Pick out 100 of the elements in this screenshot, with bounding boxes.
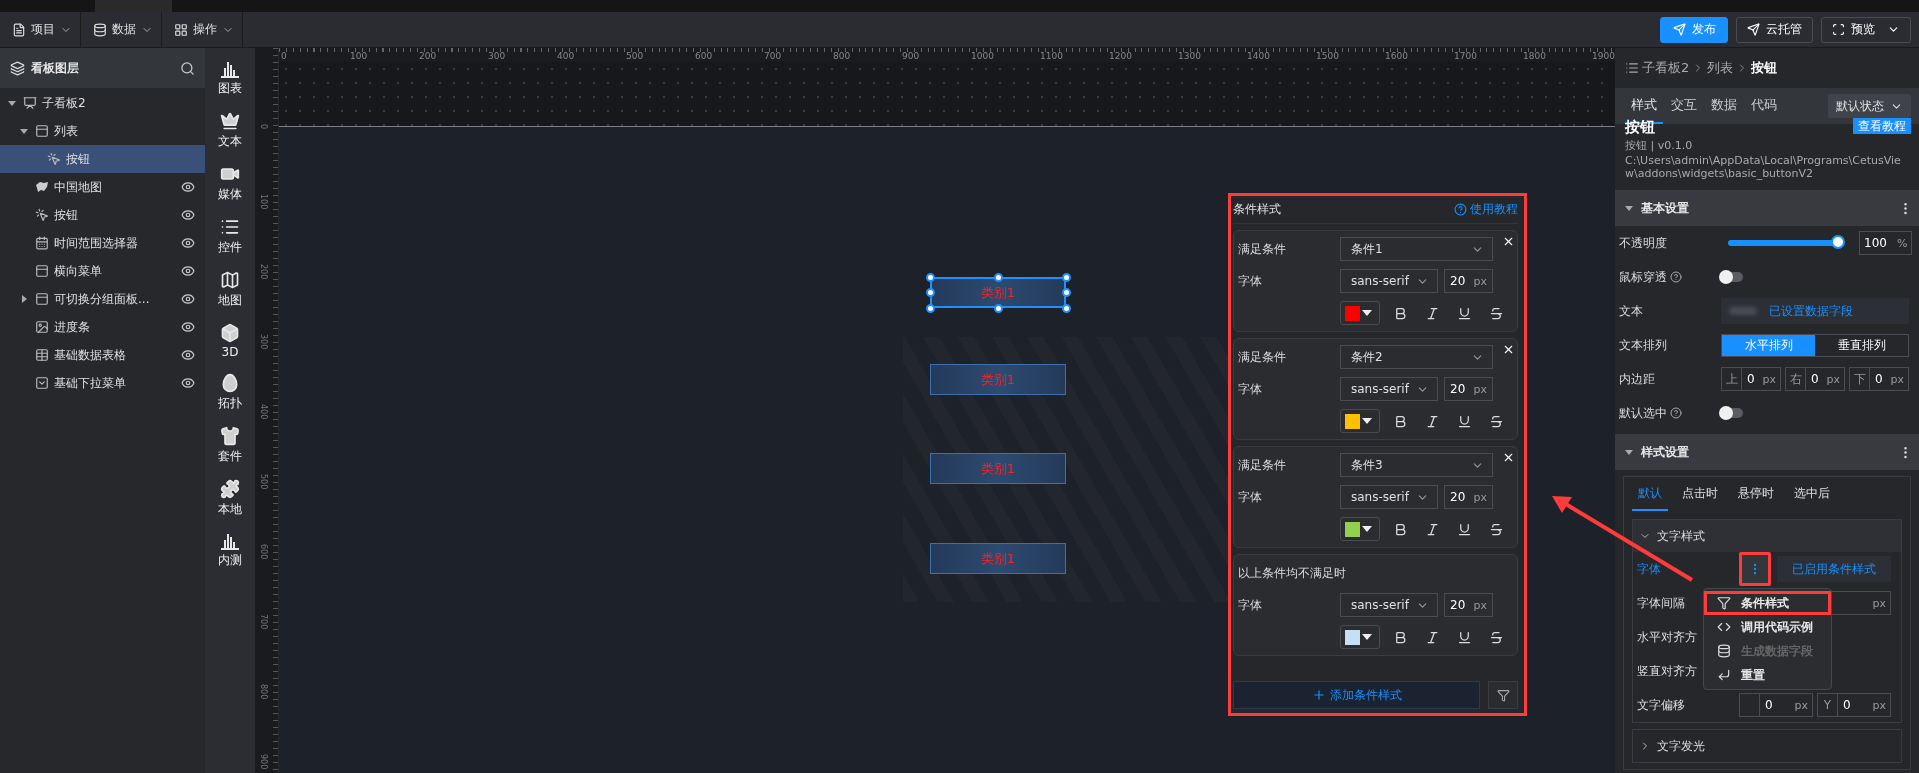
number-field[interactable]: Y 0 px (1817, 693, 1891, 717)
eye-icon[interactable] (181, 292, 195, 306)
layer-item[interactable]: 横向菜单 (0, 257, 205, 285)
caret-icon[interactable] (1625, 204, 1633, 212)
help-link[interactable]: 使用教程 (1454, 201, 1518, 218)
menu-item[interactable]: 调用代码示例 (1704, 615, 1831, 639)
component-category[interactable]: 媒体 (208, 164, 252, 203)
inspector-tab[interactable]: 交互 (1665, 88, 1703, 124)
breadcrumb-item[interactable]: 子看板2 (1642, 59, 1690, 77)
inspector-tab[interactable]: 数据 (1705, 88, 1743, 124)
component-category[interactable]: 本地 (208, 479, 252, 518)
condition-select[interactable]: 条件2 (1340, 345, 1493, 369)
color-picker[interactable] (1340, 517, 1380, 541)
font-select[interactable]: sans-serif (1340, 485, 1438, 509)
segment-option[interactable]: 垂直排列 (1815, 334, 1908, 356)
layer-item[interactable]: 基础数据表格 (0, 341, 205, 369)
caret-icon[interactable] (8, 99, 16, 107)
component-category[interactable]: 3D (208, 323, 252, 359)
resize-handle[interactable] (993, 272, 1003, 282)
condition-label: 满足条件 (1238, 240, 1287, 258)
opacity-field[interactable]: 100 % (1859, 231, 1913, 255)
action-button[interactable]: 云托管 (1736, 16, 1813, 43)
number-field[interactable]: 上 0 px (1721, 367, 1781, 391)
component-category[interactable]: 地图 (208, 270, 252, 309)
font-label: 字体 (1238, 488, 1263, 506)
layer-item[interactable]: 中国地图 (0, 173, 205, 201)
action-button[interactable]: 预览 (1821, 16, 1911, 43)
layer-item[interactable]: 基础下拉菜单 (0, 369, 205, 397)
search-icon[interactable] (180, 60, 195, 76)
state-tab[interactable]: 点击时 (1676, 477, 1724, 511)
toggle-switch[interactable] (1721, 408, 1743, 418)
layer-item[interactable]: 按钮 (0, 145, 205, 173)
breadcrumb-item[interactable]: 列表 (1707, 59, 1734, 77)
component-category[interactable]: 文本 (208, 111, 252, 150)
caret-icon[interactable] (20, 127, 28, 135)
number-field[interactable]: 右 0 px (1785, 367, 1845, 391)
font-select[interactable]: sans-serif (1340, 593, 1438, 617)
frame-icon (1832, 23, 1845, 36)
plus-icon (1311, 688, 1326, 702)
subsection-header[interactable]: 文字样式 (1633, 520, 1901, 552)
state-select[interactable]: 默认状态 (1828, 94, 1911, 118)
eye-icon[interactable] (181, 180, 195, 194)
size-field[interactable]: 20 px (1444, 269, 1493, 293)
eye-icon[interactable] (181, 264, 195, 278)
menu-button[interactable]: 数据 (81, 11, 162, 48)
caret-icon[interactable] (1625, 448, 1633, 456)
state-tab[interactable]: 默认 (1632, 477, 1668, 511)
number-field[interactable]: 下 0 px (1849, 367, 1909, 391)
layer-item[interactable]: 时间范围选择器 (0, 229, 205, 257)
eye-icon[interactable] (181, 236, 195, 250)
layer-item[interactable]: 子看板2 (0, 89, 205, 117)
help-icon[interactable] (1670, 271, 1682, 283)
menu-button[interactable]: 操作 (162, 11, 243, 48)
eye-icon[interactable] (181, 208, 195, 222)
close-button[interactable] (1502, 451, 1515, 464)
component-category[interactable]: 图表 (208, 60, 252, 97)
caret-icon[interactable] (20, 295, 28, 303)
menu-button[interactable]: 项目 (0, 11, 81, 48)
condition-select[interactable]: 条件3 (1340, 453, 1493, 477)
close-button[interactable] (1502, 343, 1515, 356)
number-field[interactable]: 0 px (1739, 693, 1813, 717)
eye-icon[interactable] (181, 320, 195, 334)
resize-handle[interactable] (993, 303, 1003, 313)
help-icon[interactable] (1670, 407, 1682, 419)
section-header[interactable]: 样式设置 (1615, 434, 1919, 470)
eye-icon[interactable] (181, 376, 195, 390)
close-button[interactable] (1502, 235, 1515, 248)
component-category[interactable]: 套件 (208, 426, 252, 465)
state-tab[interactable]: 选中后 (1788, 477, 1836, 511)
font-field[interactable]: 已启用条件样式 (1777, 556, 1891, 582)
eye-icon[interactable] (181, 348, 195, 362)
filter-button[interactable] (1488, 681, 1518, 709)
more-button[interactable] (1739, 552, 1771, 586)
layer-item[interactable]: 可切换分组面板... (0, 285, 205, 313)
color-picker[interactable] (1340, 301, 1380, 325)
layer-item[interactable]: 按钮 (0, 201, 205, 229)
breadcrumb-item[interactable]: 按钮 (1751, 59, 1778, 77)
component-category[interactable]: 控件 (208, 217, 252, 256)
size-field[interactable]: 20 px (1444, 485, 1493, 509)
component-category[interactable]: 拓扑 (208, 373, 252, 412)
menu-item[interactable]: 重置 (1704, 663, 1831, 687)
text-field[interactable]: 已设置数据字段 (1721, 298, 1909, 324)
size-field[interactable]: 20 px (1444, 377, 1493, 401)
component-category[interactable]: 内测 (208, 532, 252, 569)
font-select[interactable]: sans-serif (1340, 269, 1438, 293)
inspector-tab[interactable]: 代码 (1745, 88, 1783, 124)
condition-select[interactable]: 条件1 (1340, 237, 1493, 261)
ruler-label: 500 (626, 51, 644, 61)
add-condition-button[interactable]: 添加条件样式 (1233, 681, 1480, 709)
color-picker[interactable] (1340, 625, 1380, 649)
menu-item[interactable]: 条件样式 (1704, 591, 1831, 615)
layer-item[interactable]: 列表 (0, 117, 205, 145)
font-select[interactable]: sans-serif (1340, 377, 1438, 401)
toggle-switch[interactable] (1721, 272, 1743, 282)
ruler-label: 1200 (1109, 51, 1132, 61)
layer-item[interactable]: 进度条 (0, 313, 205, 341)
color-picker[interactable] (1340, 409, 1380, 433)
state-tab[interactable]: 悬停时 (1732, 477, 1780, 511)
size-field[interactable]: 20 px (1444, 593, 1493, 617)
section-header[interactable]: 基本设置 (1615, 190, 1919, 226)
